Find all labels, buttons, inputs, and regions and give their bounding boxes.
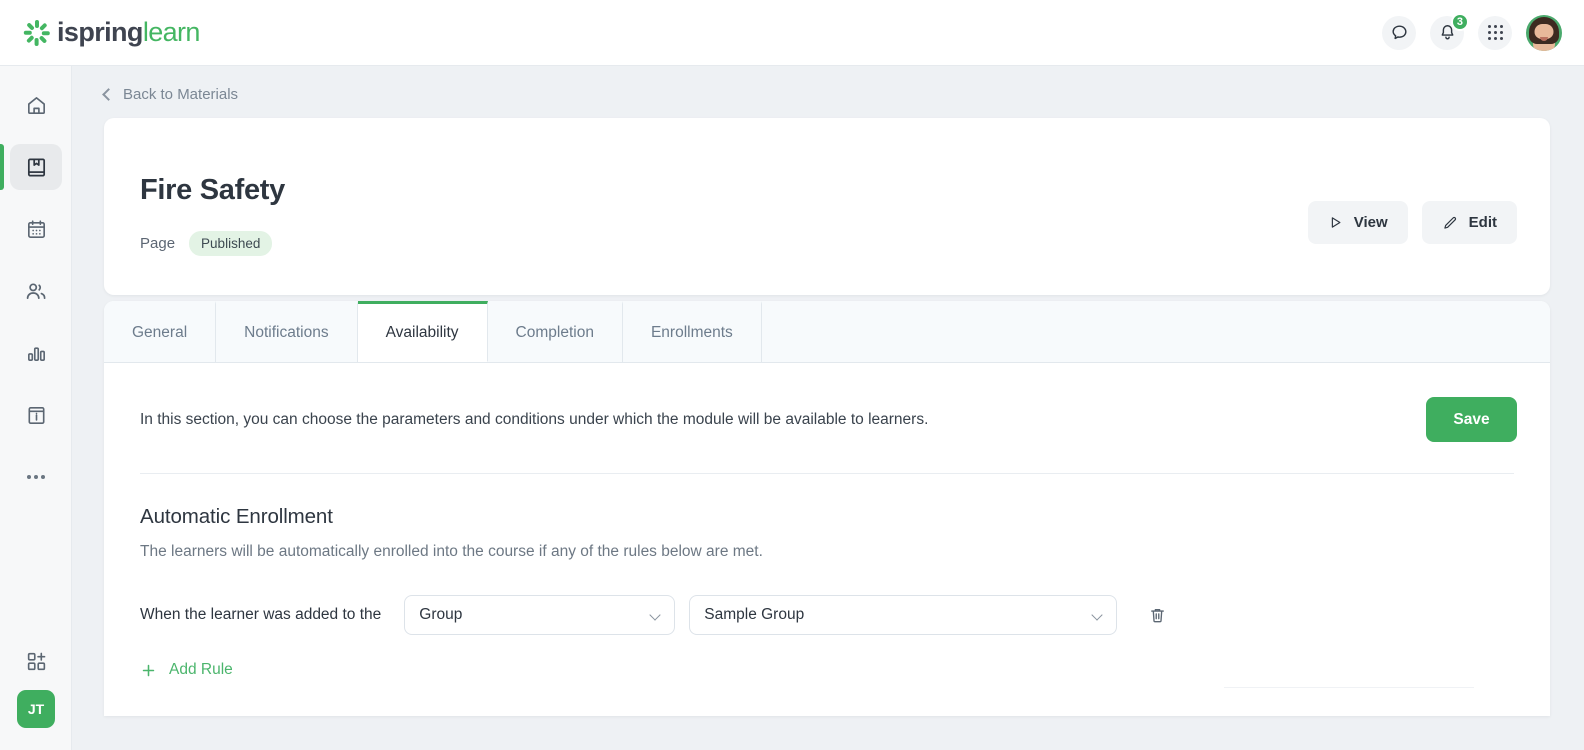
sidebar-item-materials[interactable]: [0, 136, 72, 198]
sidebar-item-users[interactable]: [0, 260, 72, 322]
left-sidebar: JT: [0, 66, 72, 750]
grid-plus-icon: [27, 652, 45, 670]
tab-bar: General Notifications Availability Compl…: [104, 301, 1550, 363]
settings-card: General Notifications Availability Compl…: [104, 301, 1550, 716]
info-panel-icon: [27, 406, 45, 424]
apps-grid-icon: [1487, 25, 1503, 40]
page-title: Fire Safety: [140, 174, 285, 206]
header-actions: View Edit: [1307, 201, 1517, 244]
rule-target-select[interactable]: Sample Group: [689, 595, 1118, 635]
bar-chart-icon: [27, 346, 45, 361]
add-rule-label: Add Rule: [169, 661, 233, 678]
availability-panel: In this section, you can choose the para…: [104, 363, 1550, 716]
chevron-down-icon: [1091, 609, 1103, 621]
breadcrumb[interactable]: Back to Materials: [102, 86, 239, 103]
brand-name-bold: ispring: [57, 17, 143, 47]
tab-completion[interactable]: Completion: [487, 301, 623, 362]
section-title: Automatic Enrollment: [140, 505, 333, 528]
panel-description: In this section, you can choose the para…: [140, 411, 929, 428]
top-bar-actions: 3: [1382, 12, 1562, 51]
pencil-icon: [1443, 216, 1456, 229]
save-button[interactable]: Save: [1426, 397, 1517, 442]
tab-bar-filler: [761, 301, 1550, 362]
chevron-left-icon: [102, 88, 115, 101]
rule-label: When the learner was added to the: [140, 606, 382, 623]
users-icon: [26, 283, 46, 300]
tab-notifications[interactable]: Notifications: [216, 301, 358, 362]
delete-rule-button[interactable]: [1137, 595, 1177, 635]
page-meta: Page Published: [140, 231, 273, 256]
play-icon: [1331, 217, 1341, 228]
faint-divider: [1224, 687, 1474, 688]
tab-general[interactable]: General: [104, 301, 217, 362]
book-icon: [27, 157, 45, 177]
sidebar-item-home[interactable]: [0, 74, 72, 136]
trash-icon: [1150, 608, 1164, 622]
chat-button[interactable]: [1382, 15, 1416, 50]
brand-logo[interactable]: ispringlearn: [23, 17, 200, 48]
home-icon: [27, 96, 45, 114]
ellipsis-icon: [27, 475, 45, 479]
notifications-button[interactable]: 3: [1430, 12, 1469, 50]
sidebar-item-reports[interactable]: [0, 322, 72, 384]
edit-button[interactable]: Edit: [1421, 201, 1517, 244]
rule-scope-value: Group: [419, 606, 463, 623]
sidebar-user-avatar[interactable]: JT: [17, 690, 55, 728]
tab-enrollments[interactable]: Enrollments: [622, 301, 762, 362]
edit-button-label: Edit: [1468, 214, 1497, 231]
calendar-icon: [27, 219, 45, 238]
brand-name: ispringlearn: [57, 17, 200, 48]
avatar[interactable]: [1526, 14, 1562, 51]
sidebar-item-info[interactable]: [0, 384, 72, 446]
tab-availability[interactable]: Availability: [357, 301, 488, 362]
sidebar-item-more[interactable]: [0, 446, 72, 508]
apps-button[interactable]: [1478, 15, 1512, 50]
breadcrumb-label: Back to Materials: [123, 86, 239, 103]
brand-name-light: learn: [142, 17, 201, 47]
plus-icon: [142, 664, 155, 676]
main-content: Back to Materials Fire Safety Page Publi…: [72, 66, 1584, 750]
sidebar-item-add-app[interactable]: [0, 632, 72, 690]
status-badge: Published: [189, 231, 273, 256]
notification-badge: 3: [1450, 12, 1469, 31]
rule-target-value: Sample Group: [704, 606, 805, 623]
rule-scope-select[interactable]: Group: [404, 595, 676, 635]
ispring-burst-icon: [23, 19, 50, 46]
view-button[interactable]: View: [1307, 201, 1408, 244]
section-subtitle: The learners will be automatically enrol…: [140, 543, 763, 560]
top-bar: ispringlearn 3: [0, 0, 1584, 66]
view-button-label: View: [1353, 214, 1388, 231]
section-divider: [140, 473, 1514, 474]
enrollment-rule-row: When the learner was added to the Group …: [140, 595, 1550, 635]
chat-bubble-icon: [1391, 25, 1407, 40]
course-header-card: Fire Safety Page Published View Edit: [104, 118, 1550, 295]
add-rule-button[interactable]: Add Rule: [140, 661, 233, 679]
content-type-label: Page: [140, 235, 176, 252]
chevron-down-icon: [649, 609, 661, 621]
sidebar-item-calendar[interactable]: [0, 198, 72, 260]
sidebar-bottom: JT: [0, 632, 72, 750]
panel-intro-row: In this section, you can choose the para…: [104, 363, 1550, 442]
